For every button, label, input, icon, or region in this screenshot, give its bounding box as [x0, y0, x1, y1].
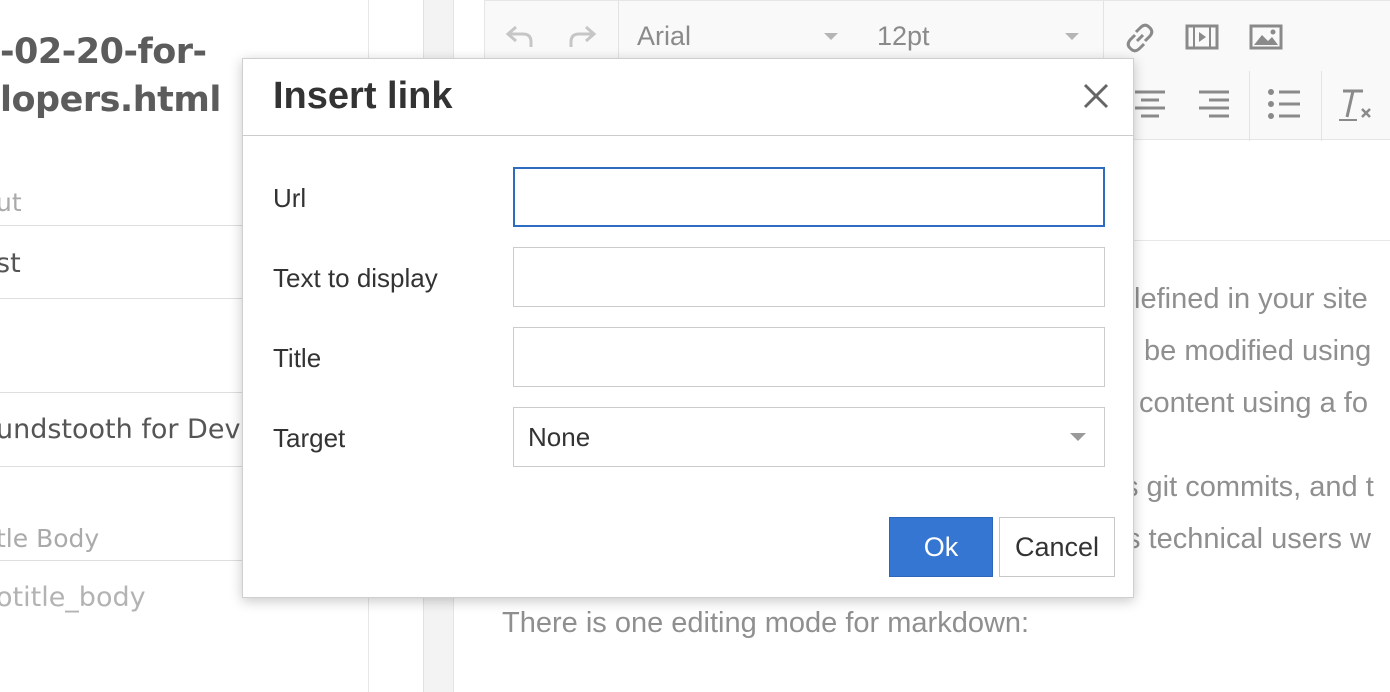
- url-input[interactable]: [513, 167, 1105, 227]
- font-family-select[interactable]: Arial: [637, 21, 691, 52]
- image-icon[interactable]: [1249, 23, 1283, 57]
- chevron-down-icon: [824, 33, 838, 40]
- title-field-value[interactable]: undstooth for Dev: [0, 414, 240, 445]
- editor-text-line[interactable]: s technical users w: [1126, 523, 1371, 556]
- subtitle-body-field-value[interactable]: otitle_body: [0, 582, 146, 613]
- insert-link-dialog: Insert link Url Text to display Title Ta…: [242, 58, 1134, 598]
- chevron-down-icon: [1070, 433, 1086, 441]
- title-input[interactable]: [513, 327, 1105, 387]
- dialog-title: Insert link: [273, 75, 453, 117]
- editor-text-line[interactable]: be modified using: [1144, 335, 1371, 368]
- cancel-button[interactable]: Cancel: [999, 517, 1115, 577]
- file-title-line-1: -02-20-for-: [0, 32, 207, 72]
- font-size-select[interactable]: 12pt: [877, 21, 930, 52]
- editor-text-line[interactable]: content using a fo: [1139, 387, 1368, 420]
- undo-icon[interactable]: [505, 21, 535, 57]
- dialog-header: Insert link: [243, 59, 1133, 136]
- align-right-icon[interactable]: [1197, 89, 1231, 125]
- redo-icon[interactable]: [567, 21, 597, 57]
- media-icon[interactable]: [1185, 23, 1219, 57]
- editor-text-line[interactable]: s git commits, and t: [1124, 471, 1374, 504]
- cms-editor-page: -02-20-for- lopers.html ut st undstooth …: [0, 0, 1390, 692]
- layout-field-label: ut: [0, 188, 22, 217]
- bullet-list-icon[interactable]: [1267, 87, 1301, 127]
- chevron-down-icon: [1065, 33, 1079, 40]
- toolbar-separator: [1321, 71, 1322, 141]
- align-center-icon[interactable]: [1133, 89, 1167, 125]
- title-label: Title: [273, 343, 322, 373]
- editor-text-line[interactable]: lefined in your site: [1134, 283, 1368, 316]
- target-select-value: None: [528, 422, 591, 452]
- ok-button[interactable]: Ok: [889, 517, 993, 577]
- target-label: Target: [273, 423, 346, 453]
- clear-formatting-icon[interactable]: [1337, 87, 1377, 129]
- subtitle-body-field-label: tle Body: [0, 524, 100, 553]
- file-title: -02-20-for- lopers.html: [0, 28, 221, 124]
- text-to-display-label: Text to display: [273, 263, 438, 293]
- file-title-line-2: lopers.html: [0, 80, 221, 120]
- toolbar-separator: [1249, 71, 1250, 141]
- layout-field-value[interactable]: st: [0, 248, 21, 279]
- text-to-display-input[interactable]: [513, 247, 1105, 307]
- url-label: Url: [273, 183, 307, 213]
- editor-text-line[interactable]: There is one editing mode for markdown:: [502, 607, 1029, 640]
- close-icon[interactable]: [1081, 81, 1111, 111]
- link-icon[interactable]: [1123, 21, 1157, 61]
- target-select[interactable]: None: [513, 407, 1105, 467]
